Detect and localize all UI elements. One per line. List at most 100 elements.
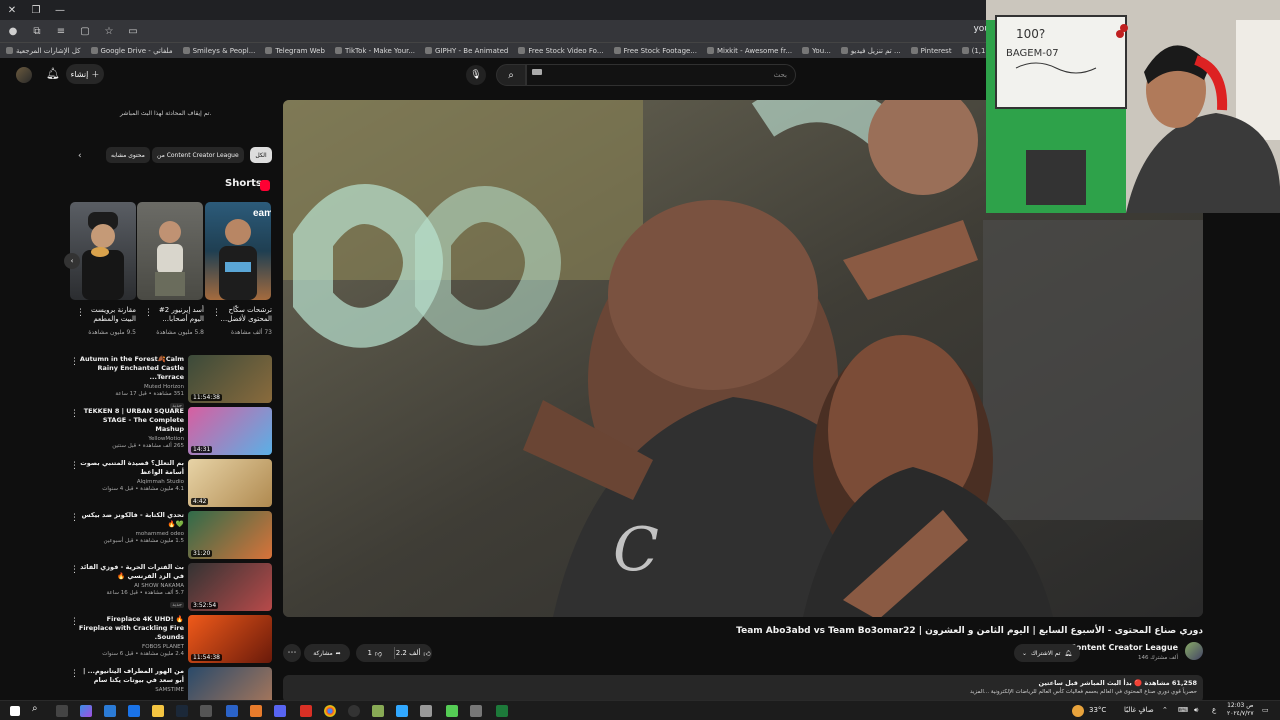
create-button[interactable]: إنشاء ＋ (66, 64, 104, 84)
app-icon[interactable] (446, 705, 458, 717)
recommendation-thumbnail[interactable]: 31:20 (188, 511, 272, 559)
app-icon[interactable] (470, 705, 482, 717)
bookmark-item[interactable]: Free Stock Footage... (613, 47, 697, 55)
bookmark-star-icon[interactable]: ☆ (102, 24, 116, 38)
photoshop-icon[interactable] (396, 705, 408, 717)
recommendation-title[interactable]: من الهور المطراف اليتانيوم... | أبو سعد … (74, 667, 184, 685)
more-options-icon[interactable]: ⋮ (76, 308, 85, 318)
chip-from-channel[interactable]: من Content Creator League (152, 147, 244, 163)
bookmark-item[interactable]: Free Stock Video Fo... (518, 47, 604, 55)
bookmark-item[interactable]: كل الإشارات المرجعية (6, 47, 81, 55)
recommendation-thumbnail[interactable]: 11:54:38 (188, 355, 272, 403)
task-view-icon[interactable] (56, 705, 68, 717)
file-explorer-icon[interactable] (152, 705, 164, 717)
profile-icon[interactable]: ● (6, 24, 20, 38)
recommendation-item[interactable]: من الهور المطراف اليتانيوم... | أبو سعد … (70, 667, 272, 700)
steam-icon[interactable] (176, 705, 188, 717)
app-icon[interactable] (200, 705, 212, 717)
recommendation-item[interactable]: 11:54:38 Autumn in the Forest🍂Calm Rainy … (70, 355, 272, 409)
excel-icon[interactable] (496, 705, 508, 717)
more-options-icon[interactable]: ⋮ (70, 357, 79, 367)
chevron-left-icon[interactable]: ‹ (64, 253, 80, 269)
language-indicator[interactable]: ع (1212, 706, 1216, 714)
bookmark-item[interactable]: GIPHY - Be Animated (425, 47, 508, 55)
app-icon[interactable] (226, 705, 238, 717)
more-options-icon[interactable]: ⋮ (70, 565, 79, 575)
recommendation-title[interactable]: تحدي الكتابة - فالكونز ضد بيكس 💚🔥 (74, 511, 184, 529)
channel-name[interactable]: AI SHOW NAKAMA (74, 583, 184, 589)
extensions-icon[interactable]: ⧉ (30, 24, 44, 38)
short-thumbnail[interactable]: eam (205, 202, 271, 300)
account-avatar[interactable] (16, 67, 32, 83)
more-options-icon[interactable]: ⋮ (70, 461, 79, 471)
volume-icon[interactable]: 🔊︎ (1194, 706, 1198, 715)
recommendation-title[interactable]: بم التعلل؟ قصيدة المتنبي بصوت أسامة الوا… (74, 459, 184, 477)
bookmark-item[interactable]: Telegram Web (265, 47, 325, 55)
minimize-window-button[interactable]: — (48, 0, 72, 20)
copilot-icon[interactable] (80, 705, 92, 717)
recommendation-title[interactable]: بث الفترات الحرية - فوزي الفائد في الزد … (74, 563, 184, 581)
notifications-icon[interactable]: ▭ (1262, 706, 1269, 714)
channel-name[interactable]: YellowMotion (74, 436, 184, 442)
recommendation-thumbnail[interactable] (188, 667, 272, 700)
weather-icon[interactable] (1072, 705, 1084, 717)
description-box[interactable]: 61,258 مشاهدة 🔴 بدأ البث المباشر قبل ساع… (283, 675, 1203, 703)
obs-icon[interactable] (348, 705, 360, 717)
more-options-icon[interactable]: ⋮ (70, 669, 79, 679)
subscribed-button[interactable]: ⌄ تم الاشتراك 🔔︎ (1014, 644, 1080, 662)
app-icon[interactable] (420, 705, 432, 717)
edge-icon[interactable] (128, 705, 140, 717)
dislike-button[interactable]: 1 👎︎ (356, 649, 394, 658)
recommendation-item[interactable]: 4:42 بم التعلل؟ قصيدة المتنبي بصوت أسامة … (70, 459, 272, 509)
recommendation-thumbnail[interactable]: 4:42 (188, 459, 272, 507)
outlook-icon[interactable] (104, 705, 116, 717)
short-title[interactable]: أسد إيرنيور 2# اليوم أصحابا... (144, 306, 204, 324)
tray-chevron-icon[interactable]: ⌃ (1162, 706, 1168, 714)
network-icon[interactable]: ⌨ (1178, 706, 1188, 714)
media-icon[interactable]: ≡ (54, 24, 68, 38)
short-thumbnail[interactable] (137, 202, 203, 300)
channel-name[interactable]: FOBOS PLANET (74, 644, 184, 650)
channel-name[interactable]: Muted Horizon (74, 384, 184, 390)
system-clock[interactable]: 12:03 ص ٢٠٢٤/٧/٢٧ (1227, 702, 1254, 718)
search-icon[interactable]: ⌕ (32, 703, 44, 715)
short-title[interactable]: مقارنة برويست البيت والمطعم (76, 306, 136, 324)
recommendation-title[interactable]: TEKKEN 8 | URBAN SQUARE STAGE - The Comp… (74, 407, 184, 434)
recommendation-item[interactable]: 11:54:38 🔥 Fireplace 4K UHD! Fireplace wi… (70, 615, 272, 665)
bookmark-item[interactable]: TikTok - Make Your... (334, 47, 415, 55)
more-options-icon[interactable]: ⋮ (212, 308, 221, 318)
channel-name[interactable]: SAMSTIME (74, 687, 184, 693)
recommendation-item[interactable]: 14:31 TEKKEN 8 | URBAN SQUARE STAGE - The… (70, 407, 272, 457)
keyboard-icon[interactable] (532, 69, 542, 75)
voice-search-icon[interactable]: 🎙︎ (466, 65, 486, 85)
chip-related[interactable]: محتوى مشابه (106, 147, 150, 163)
more-options-icon[interactable]: ⋮ (144, 308, 153, 318)
bookmark-item[interactable]: Smileys & Peopl... (182, 47, 255, 55)
channel-name[interactable]: Alqimmah Studio (74, 479, 184, 485)
recommendation-item[interactable]: 3:52:54 بث الفترات الحرية - فوزي الفائد ف… (70, 563, 272, 613)
more-actions-icon[interactable]: ⋯ (283, 644, 301, 662)
discord-icon[interactable] (274, 705, 286, 717)
recommendation-thumbnail[interactable]: 14:31 (188, 407, 272, 455)
app-icon[interactable] (300, 705, 312, 717)
search-button[interactable]: ⌕ (496, 64, 526, 86)
recommendation-title[interactable]: 🔥 Fireplace 4K UHD! Fireplace with Crack… (74, 615, 184, 642)
windows-start-icon[interactable] (10, 706, 20, 716)
like-button[interactable]: 2.2 ألف 👍︎ (395, 649, 433, 658)
app-icon[interactable] (372, 705, 384, 717)
more-options-icon[interactable]: ⋮ (70, 409, 79, 419)
channel-avatar[interactable] (1185, 642, 1203, 660)
more-options-icon[interactable]: ⋮ (70, 617, 79, 627)
chrome-icon[interactable] (324, 705, 336, 717)
puzzle-icon[interactable]: ▢ (78, 24, 92, 38)
channel-name[interactable]: mohammed odeo (74, 531, 184, 537)
bookmark-item[interactable]: You... (802, 47, 831, 55)
more-options-icon[interactable]: ⋮ (70, 513, 79, 523)
short-thumbnail[interactable] (70, 202, 136, 300)
recommendation-thumbnail[interactable]: 3:52:54 (188, 563, 272, 611)
cast-icon[interactable]: ▭ (126, 24, 140, 38)
recommendation-item[interactable]: 31:20 تحدي الكتابة - فالكونز ضد بيكس 💚🔥 mo… (70, 511, 272, 561)
restore-window-button[interactable]: ❐ (24, 0, 48, 20)
search-input[interactable]: بحث (526, 64, 796, 86)
chip-all[interactable]: الكل (250, 147, 272, 163)
